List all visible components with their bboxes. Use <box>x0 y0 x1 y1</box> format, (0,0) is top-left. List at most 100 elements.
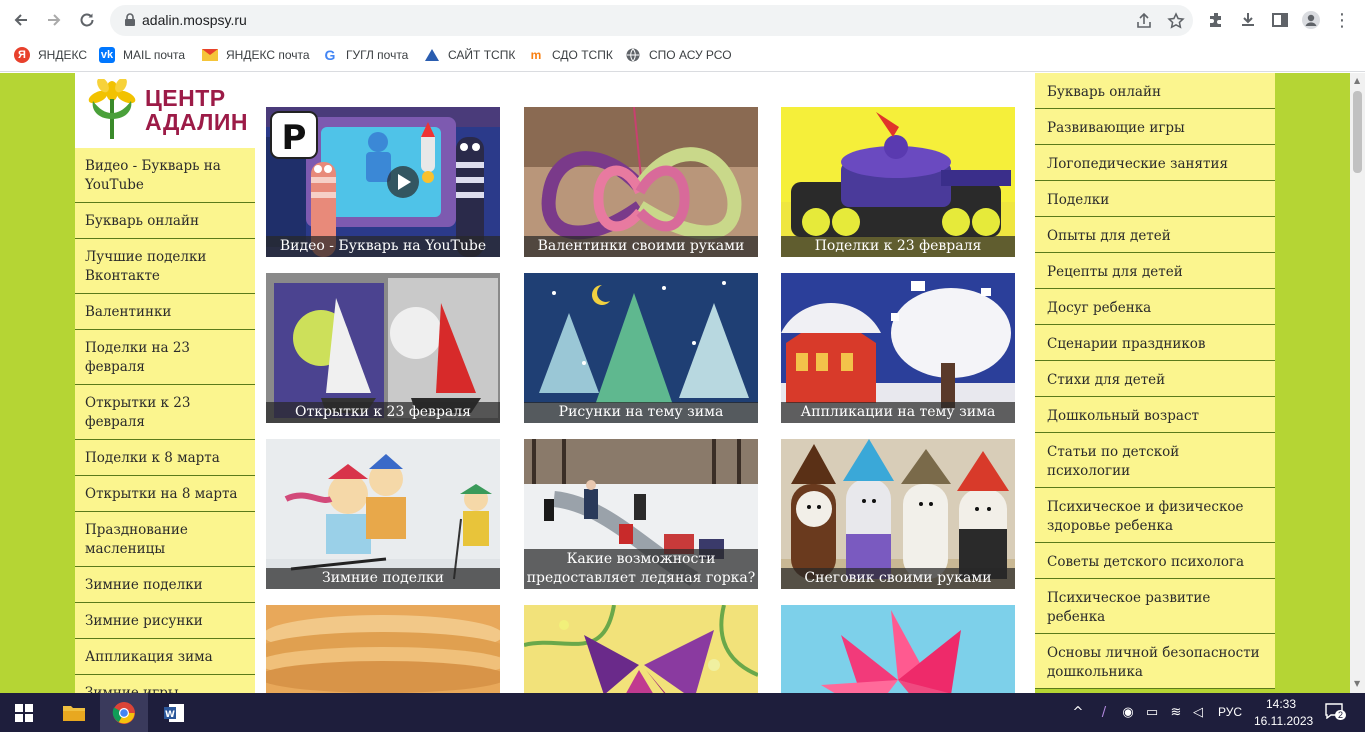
language-indicator[interactable]: РУС <box>1218 705 1242 719</box>
download-icon[interactable] <box>1238 10 1258 30</box>
bookmark-sdo-tspk[interactable]: m СДО ТСПК <box>528 47 613 63</box>
tile-feb23-cards[interactable]: Открытки к 23 февраля <box>266 273 500 423</box>
tile-paper-flower[interactable] <box>781 605 1015 693</box>
left-menu-item[interactable]: Зимние рисунки <box>75 603 255 639</box>
url-text: adalin.mospsy.ru <box>142 12 247 28</box>
back-icon[interactable] <box>9 8 33 32</box>
side-panel-icon[interactable] <box>1270 10 1290 30</box>
tile-ice-slide[interactable]: Какие возможности предоставляет ледяная … <box>524 439 758 589</box>
bookmark-yandex-mail[interactable]: ЯНДЕКС почта <box>202 47 310 63</box>
right-menu-item[interactable]: Стихи для детей <box>1035 361 1275 397</box>
bookmark-spo-asu-rso[interactable]: СПО АСУ РСО <box>625 47 732 63</box>
right-menu-item[interactable]: Опыты для детей <box>1035 217 1275 253</box>
left-menu-item[interactable]: Зимние игры <box>75 675 255 693</box>
word-icon: W <box>164 703 184 722</box>
notification-center-button[interactable]: 2 <box>1325 703 1347 721</box>
right-menu-item[interactable]: Логопедические занятия <box>1035 145 1275 181</box>
windows-logo-icon <box>15 703 33 722</box>
right-menu-item[interactable]: Дошкольный возраст <box>1035 397 1275 433</box>
left-menu-item[interactable]: Зимние поделки <box>75 567 255 603</box>
start-button[interactable] <box>0 693 48 732</box>
tile-video[interactable]: P Видео - Букварь на YouTube <box>266 107 500 257</box>
extensions-icon[interactable] <box>1206 10 1226 30</box>
forward-icon[interactable] <box>42 8 66 32</box>
left-menu-item[interactable]: Валентинки <box>75 294 255 330</box>
wifi-icon[interactable]: ≋ <box>1168 705 1184 721</box>
right-menu-item[interactable]: Рецепты для детей <box>1035 253 1275 289</box>
clock-time[interactable]: 14:33 <box>1266 697 1296 711</box>
bookmark-mail[interactable]: vk MAIL почта <box>99 47 185 63</box>
scroll-down-icon[interactable]: ▼ <box>1354 680 1361 688</box>
scroll-up-icon[interactable]: ▲ <box>1354 77 1361 85</box>
left-menu-item[interactable]: Лучшие поделки Вконтакте <box>75 239 255 294</box>
tile-snowman[interactable]: Снеговик своими руками <box>781 439 1015 589</box>
tile-caption: Зимние поделки <box>266 568 500 589</box>
left-menu-item[interactable]: Празднование масленицы <box>75 512 255 567</box>
scroll-thumb[interactable] <box>1353 91 1362 173</box>
word-taskbar-button[interactable]: W <box>150 693 198 732</box>
skiers-craft-image <box>266 439 500 589</box>
left-menu-item[interactable]: Поделки к 8 марта <box>75 440 255 476</box>
bookmark-label: ГУГЛ почта <box>346 48 409 62</box>
right-menu-item[interactable]: Основы личной безопасности дошкольника <box>1035 634 1275 689</box>
tile-winter-crafts[interactable]: Зимние поделки <box>266 439 500 589</box>
tile-butterfly[interactable] <box>524 605 758 693</box>
file-explorer-button[interactable] <box>50 693 98 732</box>
bookmark-tspk-site[interactable]: САЙТ ТСПК <box>424 47 515 63</box>
video-thumbnail-image: P <box>266 107 500 257</box>
right-menu-item[interactable]: Психическое и физическое здоровье ребенк… <box>1035 488 1275 543</box>
tile-caption: Видео - Букварь на YouTube <box>266 236 500 257</box>
profile-icon[interactable] <box>1301 10 1321 30</box>
valentines-image <box>524 107 758 257</box>
reload-icon[interactable] <box>75 8 99 32</box>
left-menu-item[interactable]: Видео - Букварь на YouTube <box>75 148 255 203</box>
left-menu-item[interactable]: Поделки на 23 февраля <box>75 330 255 385</box>
tile-feb23-crafts[interactable]: Поделки к 23 февраля <box>781 107 1015 257</box>
left-menu-item[interactable]: Открытки к 23 февраля <box>75 385 255 440</box>
page-scrollbar[interactable]: ▲ ▼ <box>1350 73 1365 693</box>
battery-icon[interactable]: ▭ <box>1144 705 1160 721</box>
tile-winter-applique[interactable]: Аппликации на тему зима <box>781 273 1015 423</box>
right-menu-item[interactable]: Психическое развитие ребенка <box>1035 579 1275 634</box>
left-menu-item[interactable]: Букварь онлайн <box>75 203 255 239</box>
bookmark-label: ЯНДЕКС <box>38 48 87 62</box>
tile-caption: Какие возможности предоставляет ледяная … <box>524 549 758 589</box>
tile-valentines[interactable]: Валентинки своими руками <box>524 107 758 257</box>
right-menu-item[interactable]: Статьи по детской психологии <box>1035 433 1275 488</box>
left-menu-item[interactable]: Открытки на 8 марта <box>75 476 255 512</box>
pancakes-image <box>266 605 500 693</box>
tile-caption: Открытки к 23 февраля <box>266 402 500 423</box>
right-menu-item[interactable]: Развивающие игры <box>1035 109 1275 145</box>
bookmark-yandex[interactable]: Я ЯНДЕКС <box>14 47 87 63</box>
left-menu-item[interactable]: Аппликация зима <box>75 639 255 675</box>
bookmark-label: MAIL почта <box>123 48 186 62</box>
tile-winter-drawings[interactable]: Рисунки на тему зима <box>524 273 758 423</box>
globe-icon <box>625 47 641 63</box>
right-menu-item[interactable]: Сценарии праздников <box>1035 325 1275 361</box>
right-menu-item[interactable]: Советы детского психолога <box>1035 543 1275 579</box>
volume-icon[interactable]: ◁ <box>1190 705 1206 721</box>
clock-date[interactable]: 16.11.2023 <box>1254 714 1313 728</box>
tile-caption: Поделки к 23 февраля <box>781 236 1015 257</box>
right-menu-item[interactable]: Букварь онлайн <box>1035 73 1275 109</box>
bookmark-google-mail[interactable]: G ГУГЛ почта <box>322 47 409 63</box>
bookmark-label: САЙТ ТСПК <box>448 48 516 62</box>
tray-security-icon[interactable]: ◉ <box>1120 705 1136 721</box>
google-icon: G <box>324 47 336 63</box>
site-logo[interactable]: ЦЕНТР АДАЛИН <box>75 73 255 148</box>
left-sidebar: ЦЕНТР АДАЛИН Видео - Букварь на YouTube Б… <box>75 73 255 693</box>
chrome-taskbar-button[interactable] <box>100 693 148 732</box>
browser-toolbar: adalin.mospsy.ru ⋮ <box>0 0 1365 40</box>
share-icon[interactable] <box>1135 12 1153 30</box>
folder-icon <box>63 705 85 721</box>
tray-chevron-icon[interactable]: ^ <box>1070 705 1086 721</box>
sailboat-cards-image <box>266 273 500 423</box>
right-menu-item[interactable]: Поделки <box>1035 181 1275 217</box>
address-bar[interactable]: adalin.mospsy.ru <box>110 5 1193 36</box>
right-menu-item[interactable]: Досуг ребенка <box>1035 289 1275 325</box>
tank-craft-image <box>781 107 1015 257</box>
tray-feather-icon[interactable]: / <box>1096 705 1112 721</box>
menu-dots-icon[interactable]: ⋮ <box>1330 8 1354 32</box>
tile-pancakes[interactable] <box>266 605 500 693</box>
bookmark-star-icon[interactable] <box>1167 12 1185 30</box>
